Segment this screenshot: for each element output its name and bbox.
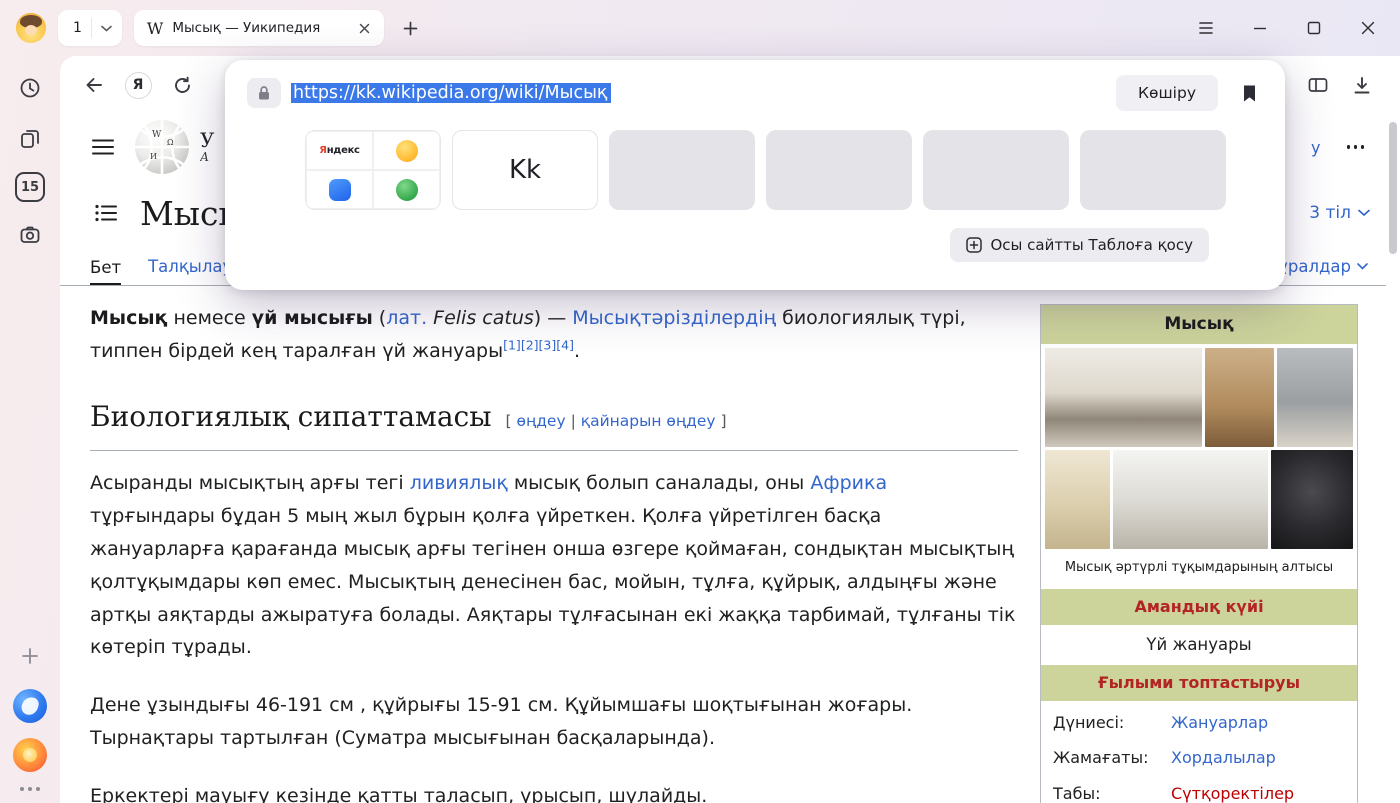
browser-topbar: 1 W Мысық — Уикипедия (0, 0, 1400, 56)
svg-text:W: W (152, 130, 162, 140)
svg-text:Ω: Ω (167, 138, 174, 147)
browser-menu-icon[interactable] (1196, 18, 1216, 38)
tab-close-icon[interactable] (356, 19, 374, 37)
copy-url-button[interactable]: Көшіру (1116, 75, 1218, 111)
downloads-icon[interactable] (1344, 67, 1380, 103)
chevron-down-icon[interactable] (101, 25, 112, 32)
svg-text:И: И (150, 152, 157, 161)
tablo-tile-empty[interactable] (609, 130, 755, 210)
infobox-image-grid (1041, 344, 1357, 549)
maximize-icon[interactable] (1304, 18, 1324, 38)
edit-source-link[interactable]: қайнарын өңдеу (581, 412, 716, 430)
cat-photo-siamese (1045, 450, 1110, 549)
taxonomy-row: Дүниесі: Жануарлар (1041, 705, 1357, 741)
wiki-menu-icon[interactable] (86, 130, 120, 164)
tabs-panel-icon[interactable] (1300, 67, 1336, 103)
close-window-icon[interactable] (1358, 18, 1378, 38)
notes-icon[interactable] (12, 121, 48, 157)
window-controls (1196, 18, 1384, 38)
ref-1[interactable]: [1] (503, 338, 521, 353)
add-panel-icon[interactable] (12, 638, 48, 674)
reload-button[interactable] (164, 67, 200, 103)
infobox-caption: Мысық әртүрлі тұқымдарының алтысы (1041, 552, 1357, 588)
tab-counter-pill[interactable]: 1 (58, 10, 122, 46)
tablo-tile-empty[interactable] (1080, 130, 1226, 210)
section-heading: Биологиялық сипаттамасы[ өңдеу | қайнары… (90, 393, 1018, 451)
taxonomy-row: Табы: Сүтқоректілер (1041, 776, 1357, 803)
tab-article[interactable]: Бет (90, 258, 121, 286)
ref-2[interactable]: [2] (521, 338, 539, 353)
browser-sidebar: 15 (0, 56, 60, 803)
cat-photo-tabby-lying (1045, 348, 1202, 447)
yandex-browser-icon[interactable] (13, 689, 47, 723)
libyan-cat-link[interactable]: ливиялық (410, 472, 508, 494)
service-icon-yellow[interactable] (373, 131, 440, 170)
ref-4[interactable]: [4] (556, 338, 574, 353)
tablo-tile-empty[interactable] (766, 130, 912, 210)
language-selector[interactable]: 3 тіл (1309, 203, 1370, 223)
url-field[interactable]: https://kk.wikipedia.org/wiki/Мысық (291, 83, 1106, 103)
cat-photo-tabby-snow (1113, 450, 1268, 549)
profile-avatar[interactable] (16, 13, 46, 43)
africa-link[interactable]: Африка (810, 472, 887, 494)
scrollbar-thumb[interactable] (1389, 122, 1397, 254)
minimize-icon[interactable] (1250, 18, 1270, 38)
taxon-link[interactable]: Жануарлар (1171, 709, 1268, 737)
yandex-logo-cell[interactable]: Яндекс (306, 131, 373, 170)
conservation-status-value: Үй жануары (1041, 625, 1357, 666)
wiki-user-links: у (1311, 138, 1372, 157)
omnibox-dropdown: https://kk.wikipedia.org/wiki/Мысық Көші… (225, 60, 1285, 290)
infobox-taxobox: Мысық Мысық әртүрлі тұқымдарының алтысы … (1040, 304, 1358, 803)
screenshot-icon[interactable] (12, 217, 48, 253)
wiki-more-icon[interactable] (1347, 145, 1365, 149)
yandex-search-icon[interactable]: Я (120, 67, 156, 103)
yandex-services-tile[interactable]: Яндекс (305, 130, 441, 210)
user-link-fragment[interactable]: у (1311, 138, 1320, 157)
tab-title: Мысық — Уикипедия (172, 20, 347, 36)
contents-icon[interactable] (92, 199, 120, 227)
tablo-tiles: Яндекс Kk (305, 130, 1265, 210)
page-scrollbar[interactable] (1389, 118, 1397, 799)
latin-link[interactable]: лат. (386, 307, 427, 329)
lock-icon[interactable] (247, 78, 281, 108)
cat-photo-orange-sitting (1205, 348, 1273, 447)
taxon-link-red[interactable]: Сүтқоректілер (1171, 780, 1294, 803)
taxonomy-header: Ғылыми топтастыруы (1041, 665, 1357, 701)
wikipedia-logo[interactable]: W Ω И (134, 119, 190, 175)
infobox-title: Мысық (1041, 305, 1357, 344)
tab-wikipedia[interactable]: W Мысық — Уикипедия (134, 10, 384, 46)
apps-launcher-icon[interactable] (13, 738, 47, 772)
tablo-tile-kk[interactable]: Kk (452, 130, 598, 210)
taxonomy-row: Жамағаты: Хордалылар (1041, 740, 1357, 776)
url-text-selected: https://kk.wikipedia.org/wiki/Мысық (291, 83, 611, 103)
tablo-tile-empty[interactable] (923, 130, 1069, 210)
back-button[interactable] (76, 67, 112, 103)
add-to-tablo-button[interactable]: Осы сайтты Таблоға қосу (950, 228, 1210, 262)
conservation-status-header: Амандық күйі (1041, 589, 1357, 625)
ref-3[interactable]: [3] (539, 338, 557, 353)
bookmark-icon[interactable] (1242, 84, 1257, 103)
edit-section-links: [ өңдеу | қайнарын өңдеу ] (506, 412, 727, 430)
tab-count: 1 (73, 20, 82, 36)
sidebar-more-icon[interactable] (20, 787, 40, 791)
divider (91, 18, 92, 38)
plus-box-icon (966, 237, 982, 253)
history-icon[interactable] (12, 70, 48, 106)
article-body: Мысық Мысық әртүрлі тұқымдарының алтысы … (60, 286, 1386, 803)
service-icon-green[interactable] (373, 170, 440, 209)
edit-link[interactable]: өңдеу (516, 412, 565, 430)
wikipedia-favicon: W (147, 19, 163, 38)
service-icon-blue[interactable] (306, 170, 373, 209)
taxonomy-table: Дүниесі: Жануарлар Жамағаты: Хордалылар … (1041, 701, 1357, 803)
cat-photo-black (1271, 450, 1353, 549)
cat-photo-white-orange (1277, 348, 1354, 447)
taxon-link[interactable]: Хордалылар (1171, 744, 1276, 772)
url-row: https://kk.wikipedia.org/wiki/Мысық Көші… (247, 73, 1265, 113)
tab-talk[interactable]: Талқылау (148, 257, 232, 285)
tab-counter-badge[interactable]: 15 (15, 172, 45, 202)
new-tab-button[interactable] (396, 13, 426, 43)
felidae-link[interactable]: Мысықтәрізділердің (572, 307, 776, 329)
